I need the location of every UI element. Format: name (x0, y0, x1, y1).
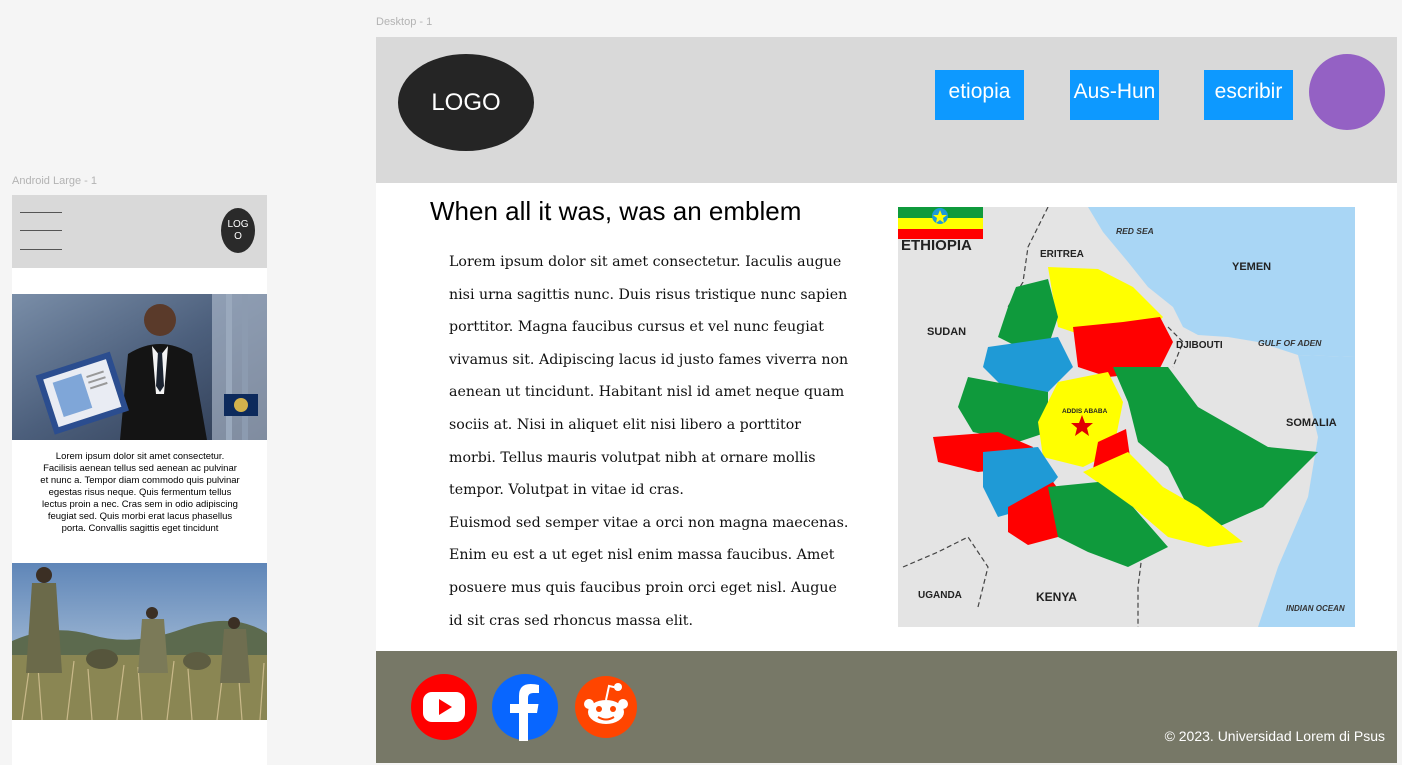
map-label-indian-ocean: INDIAN OCEAN (1286, 604, 1345, 613)
map-label-kenya: KENYA (1036, 590, 1077, 604)
soldiers-photo (12, 563, 267, 720)
youtube-icon[interactable] (411, 673, 477, 741)
desktop-header: LOGO etiopia Aus-Hun escribir (376, 37, 1397, 183)
ethiopia-map: ETHIOPIA ERITREA RED SEA YEMEN SUDAN DJI… (898, 207, 1355, 627)
page-title: When all it was, was an emblem (430, 196, 802, 226)
map-label-yemen: YEMEN (1232, 261, 1271, 273)
desktop-footer: © 2023. Universidad Lorem di Psus (376, 651, 1397, 763)
reddit-icon[interactable] (574, 673, 640, 741)
map-label-somalia: SOMALIA (1286, 417, 1337, 429)
copyright-text: © 2023. Universidad Lorem di Psus (1164, 728, 1385, 744)
map-label-eritrea: ERITREA (1040, 249, 1084, 260)
facebook-icon[interactable] (492, 673, 558, 741)
avatar[interactable] (1309, 54, 1385, 130)
map-label-gulf: GULF OF ADEN (1258, 338, 1322, 348)
article-paragraph-2: Euismod sed semper vitae a orci non magn… (449, 514, 849, 629)
mobile-paragraph: Lorem ipsum dolor sit amet consectetur. … (40, 451, 240, 534)
mobile-frame: LOGO Lorem ipsum dolor sit amet consecte… (12, 195, 267, 765)
mobile-logo[interactable]: LOGO (221, 208, 255, 253)
map-label-red-sea: RED SEA (1116, 226, 1154, 236)
map-label-uganda: UGANDA (918, 590, 962, 601)
mobile-frame-label: Android Large - 1 (12, 175, 97, 187)
desktop-frame-label: Desktop - 1 (376, 16, 433, 28)
nav-button-aus-hun[interactable]: Aus-Hun (1070, 70, 1159, 120)
article-body: Lorem ipsum dolor sit amet consectetur. … (449, 246, 849, 637)
hamburger-icon[interactable] (20, 210, 62, 252)
mobile-header: LOGO (12, 195, 267, 268)
map-label-djibouti: DJIBOUTI (1176, 340, 1223, 351)
nav-button-etiopia[interactable]: etiopia (935, 70, 1024, 120)
award-photo (12, 294, 267, 440)
desktop-logo[interactable]: LOGO (398, 54, 534, 151)
nav-button-escribir[interactable]: escribir (1204, 70, 1293, 120)
desktop-frame: LOGO etiopia Aus-Hun escribir When all i… (376, 37, 1397, 763)
map-title: ETHIOPIA (901, 237, 972, 254)
map-label-capital: ADDIS ABABA (1062, 408, 1108, 415)
map-label-sudan: SUDAN (927, 326, 966, 338)
article-paragraph-1: Lorem ipsum dolor sit amet consectetur. … (449, 254, 849, 499)
